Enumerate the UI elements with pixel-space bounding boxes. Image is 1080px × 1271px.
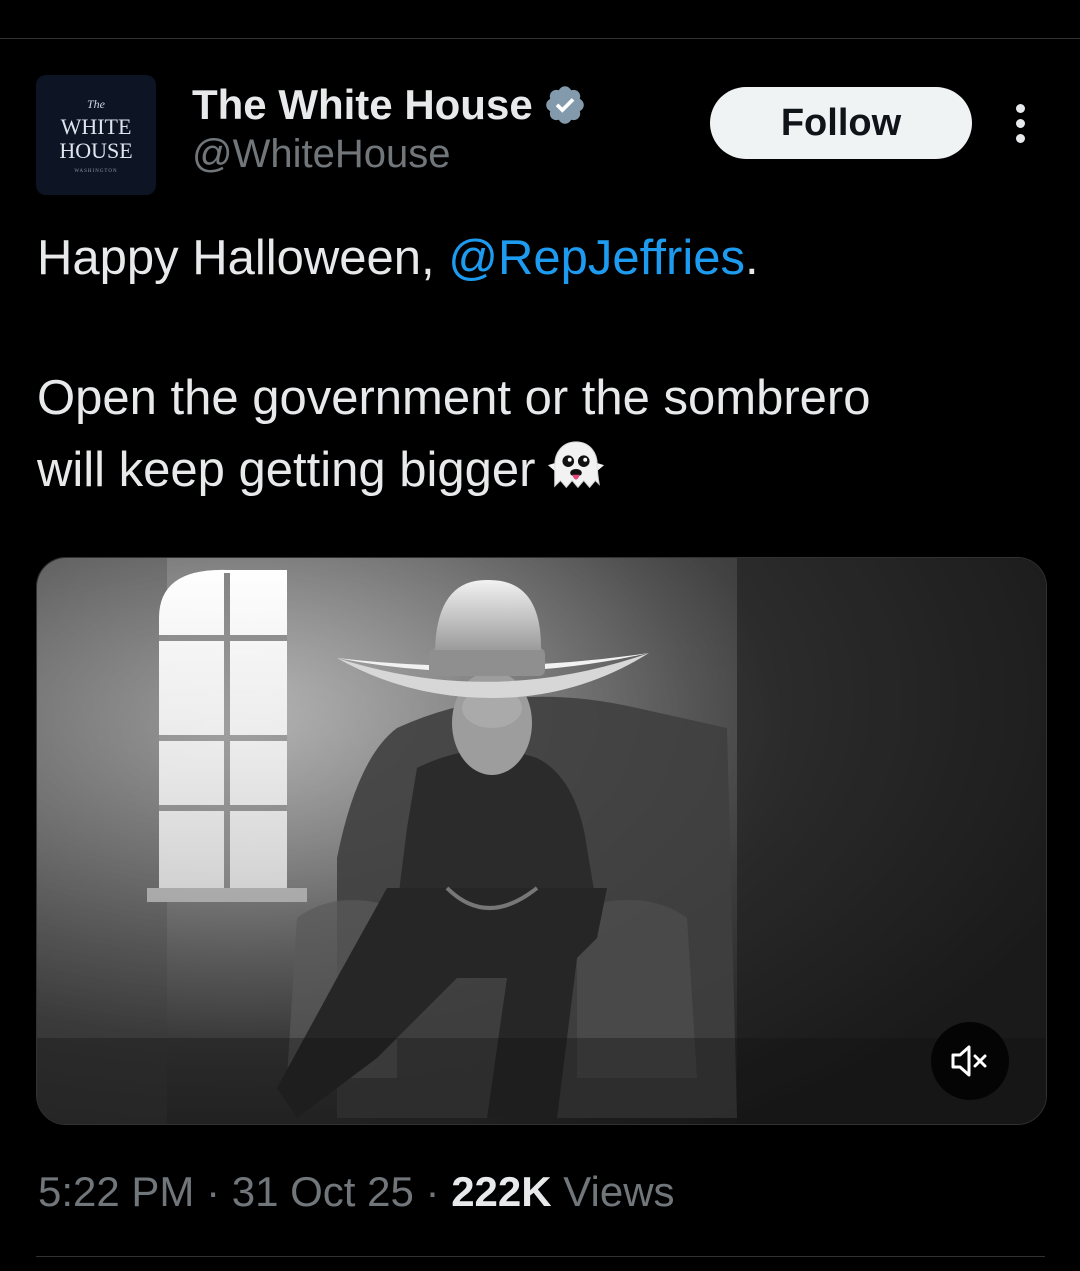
verified-badge-icon [545,86,584,124]
tweet-date[interactable]: 31 Oct 25 [232,1168,414,1215]
views-count: 222K [451,1168,552,1215]
avatar[interactable]: The WHITE HOUSE WASHINGTON [36,75,156,195]
tweet-text-line2: Open the government or the sombrero [37,371,871,425]
video-player[interactable] [36,557,1047,1125]
top-divider [0,38,1080,39]
bottom-divider [36,1256,1045,1257]
video-frame [37,558,1046,1124]
tweet-time[interactable]: 5:22 PM [38,1168,194,1215]
display-name[interactable]: The White House [192,81,533,129]
follow-button[interactable]: Follow [710,87,972,159]
author-name-row: The White House [192,78,587,132]
tweet-text-line3: will keep getting bigger [37,436,607,502]
tweet-meta: 5:22 PM · 31 Oct 25 · 222K Views [38,1168,675,1215]
avatar-subtext: WASHINGTON [74,169,118,174]
mention-link[interactable]: @RepJeffries [448,231,745,285]
tweet: The WHITE HOUSE WASHINGTON The White Hou… [0,0,1080,1271]
speaker-muted-icon[interactable] [931,1022,1009,1100]
more-vertical-icon[interactable] [1004,100,1038,146]
ghost-emoji-icon [548,441,605,489]
views-label: Views [551,1168,675,1215]
author-handle[interactable]: @WhiteHouse [192,132,450,177]
avatar-the-text: The [87,97,105,111]
tweet-text-line1: Happy Halloween, @RepJeffries. [37,231,759,285]
avatar-logo-text: WHITE HOUSE [59,114,133,163]
